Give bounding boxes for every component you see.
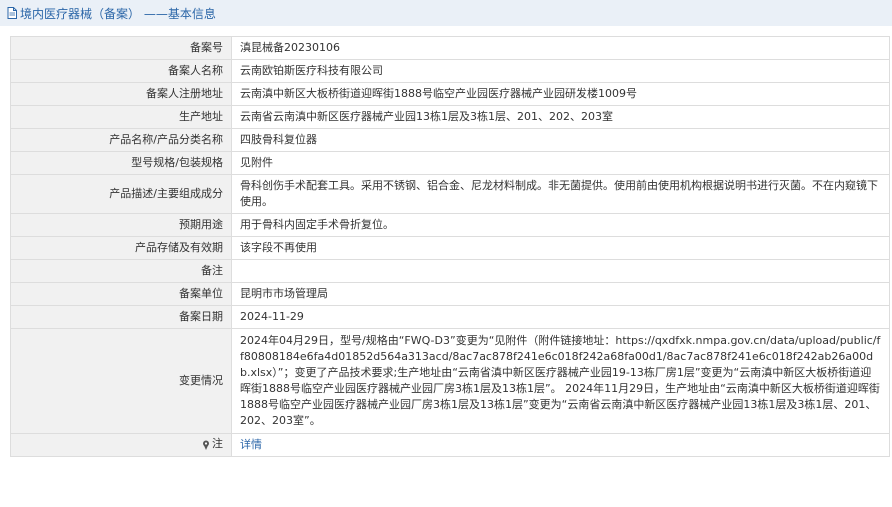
document-icon: [7, 7, 17, 19]
row-label: 产品描述/主要组成成分: [10, 174, 232, 214]
table-row: 产品存储及有效期 该字段不再使用: [10, 236, 890, 260]
row-label: 变更情况: [10, 328, 232, 434]
table-row: 备案号 滇昆械备20230106: [10, 36, 890, 60]
info-table: 备案号 滇昆械备20230106 备案人名称 云南欧铂斯医疗科技有限公司 备案人…: [10, 36, 890, 457]
detail-link[interactable]: 详情: [240, 438, 262, 451]
title-bar: 境内医疗器械（备案） ——基本信息: [0, 0, 892, 26]
table-row: 备案人名称 云南欧铂斯医疗科技有限公司: [10, 59, 890, 83]
row-value: 该字段不再使用: [231, 236, 890, 260]
change-history-value: 2024年04月29日，型号/规格由“FWQ-D3”变更为“见附件（附件链接地址…: [231, 328, 890, 434]
row-label: 预期用途: [10, 213, 232, 237]
table-row: 变更情况 2024年04月29日，型号/规格由“FWQ-D3”变更为“见附件（附…: [10, 328, 890, 434]
row-value: 昆明市市场管理局: [231, 282, 890, 306]
table-row: 备注: [10, 259, 890, 283]
row-value: 滇昆械备20230106: [231, 36, 890, 60]
row-value: 云南滇中新区大板桥街道迎晖街1888号临空产业园医疗器械产业园研发楼1009号: [231, 82, 890, 106]
table-row: 备案人注册地址 云南滇中新区大板桥街道迎晖街1888号临空产业园医疗器械产业园研…: [10, 82, 890, 106]
row-value: 骨科创伤手术配套工具。采用不锈钢、铝合金、尼龙材料制成。非无菌提供。使用前由使用…: [231, 174, 890, 214]
page-title: 境内医疗器械（备案） ——基本信息: [20, 6, 216, 21]
row-value: 用于骨科内固定手术骨折复位。: [231, 213, 890, 237]
row-label: 备案号: [10, 36, 232, 60]
note-label: 注: [212, 436, 223, 450]
table-row: 产品描述/主要组成成分 骨科创伤手术配套工具。采用不锈钢、铝合金、尼龙材料制成。…: [10, 174, 890, 214]
row-label: 型号规格/包装规格: [10, 151, 232, 175]
row-value: 见附件: [231, 151, 890, 175]
row-value: 四肢骨科复位器: [231, 128, 890, 152]
row-label: 备案人名称: [10, 59, 232, 83]
row-label: 备案日期: [10, 305, 232, 329]
row-label: 生产地址: [10, 105, 232, 129]
row-label: 备案单位: [10, 282, 232, 306]
note-label-cell: 注: [10, 433, 232, 457]
row-value: 2024-11-29: [231, 305, 890, 329]
note-row: 注 详情: [10, 433, 890, 457]
row-value: 云南欧铂斯医疗科技有限公司: [231, 59, 890, 83]
row-value: [231, 259, 890, 283]
row-label: 产品名称/产品分类名称: [10, 128, 232, 152]
table-row: 生产地址 云南省云南滇中新区医疗器械产业园13栋1层及3栋1层、201、202、…: [10, 105, 890, 129]
table-row: 产品名称/产品分类名称 四肢骨科复位器: [10, 128, 890, 152]
table-row: 备案单位 昆明市市场管理局: [10, 282, 890, 306]
pin-icon: [202, 439, 210, 450]
table-row: 预期用途 用于骨科内固定手术骨折复位。: [10, 213, 890, 237]
row-value: 云南省云南滇中新区医疗器械产业园13栋1层及3栋1层、201、202、203室: [231, 105, 890, 129]
note-value: 详情: [231, 433, 890, 457]
table-row: 型号规格/包装规格 见附件: [10, 151, 890, 175]
table-row: 备案日期 2024-11-29: [10, 305, 890, 329]
row-label: 备注: [10, 259, 232, 283]
row-label: 产品存储及有效期: [10, 236, 232, 260]
row-label: 备案人注册地址: [10, 82, 232, 106]
